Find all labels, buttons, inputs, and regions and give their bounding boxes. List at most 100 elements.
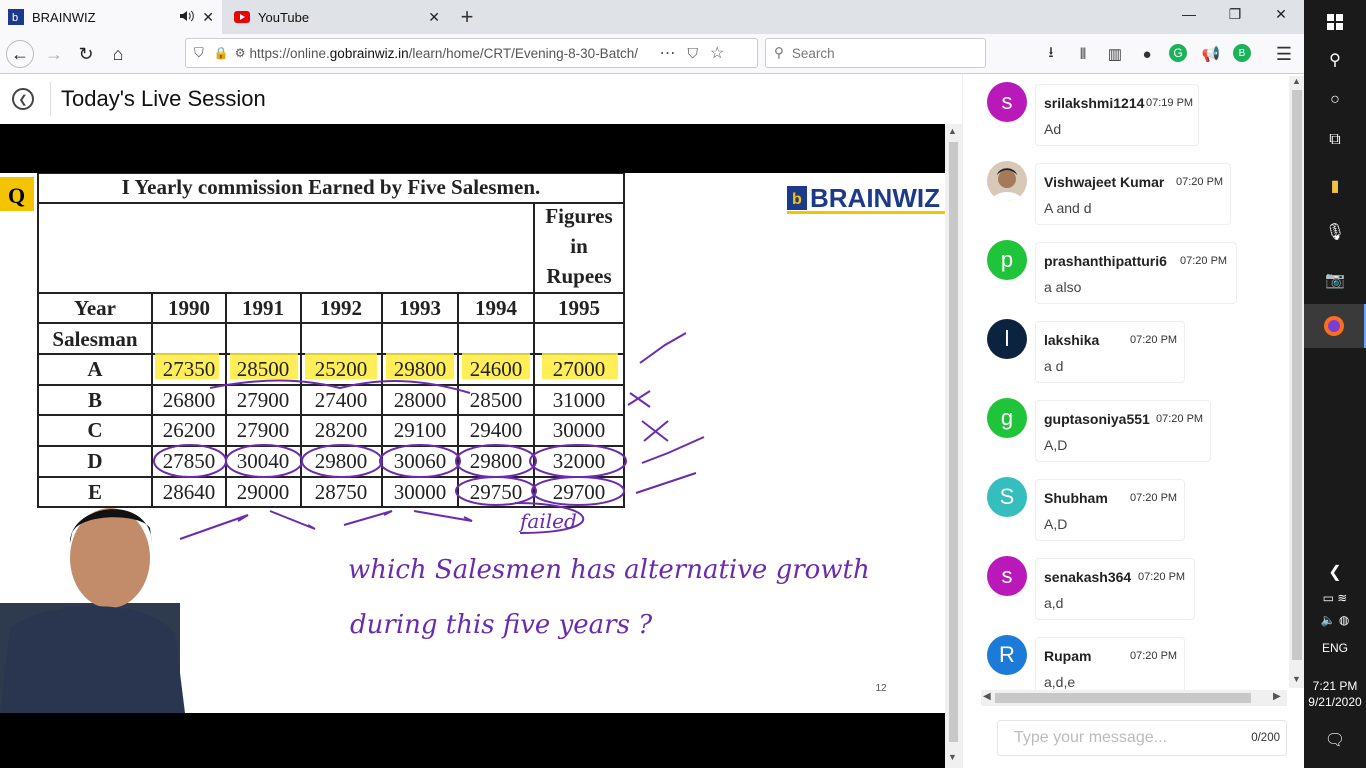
bookmark-star-icon[interactable]: ☆ xyxy=(710,43,724,63)
search-icon[interactable]: ⚲ xyxy=(1304,38,1366,82)
session-header: ❮ Today's Live Session xyxy=(0,74,962,124)
cell: 31000 xyxy=(553,388,606,412)
cell: 29000 xyxy=(237,480,290,504)
presenter-video-icon xyxy=(0,508,185,713)
page-number: 12 xyxy=(875,683,887,694)
language-indicator[interactable]: ENG xyxy=(1304,641,1366,655)
cell: 27900 xyxy=(237,388,290,412)
chat-author: guptasoniya551 xyxy=(1044,411,1150,427)
minimize-icon[interactable]: — xyxy=(1179,6,1199,22)
tab-youtube[interactable]: YouTube ✕ xyxy=(226,0,448,34)
chat-text: a,d xyxy=(1044,595,1064,611)
file-explorer-icon[interactable]: ▮ xyxy=(1304,164,1366,208)
chat-author: lakshika xyxy=(1044,332,1100,348)
chat-text: A and d xyxy=(1044,200,1092,216)
cell: 27000 xyxy=(553,357,606,381)
scroll-down-icon[interactable]: ▼ xyxy=(948,752,957,762)
camera-icon[interactable]: 📷 xyxy=(1304,258,1366,302)
pocket-icon[interactable]: ⛉ xyxy=(687,45,698,62)
scroll-down-icon[interactable]: ▼ xyxy=(1292,674,1301,684)
cell: 29400 xyxy=(470,418,523,442)
shield-icon[interactable]: ⛉ xyxy=(194,45,204,61)
megaphone-icon[interactable]: 📢 xyxy=(1201,44,1221,64)
chat-bubble: lakshika 07:20 PM a d xyxy=(1035,321,1185,383)
clock-time: 7:21 PM xyxy=(1312,679,1358,693)
handwriting-note: failed xyxy=(518,509,577,533)
grammarly-icon[interactable]: G xyxy=(1169,44,1187,62)
close-tab-icon[interactable]: ✕ xyxy=(428,9,440,26)
download-icon[interactable]: ⭳ xyxy=(1041,44,1061,64)
recorder-icon[interactable]: 🎙 xyxy=(1304,210,1366,254)
header-1994: 1994 xyxy=(475,296,518,320)
chat-time: 07:20 PM xyxy=(1130,492,1178,504)
reload-icon[interactable]: ↻ xyxy=(72,40,100,68)
chat-scrollbar[interactable]: ▲ ▼ xyxy=(1289,76,1305,688)
page-title: Today's Live Session xyxy=(50,82,266,116)
search-input[interactable]: ⚲ Search xyxy=(765,38,986,68)
page-actions-icon[interactable]: ⋯ xyxy=(659,43,675,63)
menu-icon[interactable]: ☰ xyxy=(1274,44,1294,64)
url-bar[interactable]: ⛉ 🔒 ⚙ https://online.gobrainwiz.in/learn… xyxy=(185,38,758,68)
tab-brainwiz[interactable]: b BRAINWIZ ✕ xyxy=(0,0,222,34)
clock[interactable]: 7:21 PM 9/21/2020 xyxy=(1304,678,1366,710)
chat-bubble: srilakshmi1214 07:19 PM Ad xyxy=(1035,84,1199,146)
header-1991: 1991 xyxy=(242,296,284,320)
chat-time: 07:20 PM xyxy=(1130,334,1178,346)
scroll-up-icon[interactable]: ▲ xyxy=(1292,76,1301,86)
row-a-name: A xyxy=(87,357,103,381)
close-tab-icon[interactable]: ✕ xyxy=(202,9,214,26)
chat-time: 07:20 PM xyxy=(1156,413,1204,425)
home-icon[interactable]: ⌂ xyxy=(104,40,132,68)
speaker-icon[interactable] xyxy=(180,9,195,25)
back-button-icon[interactable]: ❮ xyxy=(12,88,34,110)
figures-note-1: Figures xyxy=(545,204,612,228)
scroll-left-icon[interactable]: ◀ xyxy=(983,691,991,702)
scroll-thumb[interactable] xyxy=(995,693,1251,703)
handwriting-line-1: which Salesmen has alternative growth xyxy=(348,555,870,585)
cell: 30060 xyxy=(394,449,447,473)
scroll-up-icon[interactable]: ▲ xyxy=(948,126,957,136)
header-1995: 1995 xyxy=(558,296,600,320)
volume-network-icon[interactable]: 🔈 ◍ xyxy=(1304,598,1366,642)
scroll-thumb[interactable] xyxy=(1292,90,1302,660)
chat-bubble: Rupam 07:20 PM a,d,e xyxy=(1035,637,1185,697)
avatar: g xyxy=(987,398,1027,438)
chat-author: Shubham xyxy=(1044,490,1108,506)
chat-bubble: senakash364 07:20 PM a,d xyxy=(1035,558,1195,620)
brand-logo: BRAINWIZ xyxy=(810,183,940,213)
chat-author: srilakshmi1214 xyxy=(1044,95,1145,111)
close-window-icon[interactable]: ✕ xyxy=(1271,6,1291,23)
scroll-right-icon[interactable]: ▶ xyxy=(1273,691,1281,702)
avatar: R xyxy=(987,635,1027,675)
chat-text: Ad xyxy=(1044,121,1062,137)
cortana-icon[interactable]: ○ xyxy=(1304,78,1366,122)
restore-icon[interactable]: ❐ xyxy=(1225,6,1245,23)
slide-content: Q which Salesmen has alternative growth … xyxy=(0,173,945,713)
lock-icon[interactable]: 🔒 xyxy=(214,46,229,60)
sidebar-icon[interactable]: ▥ xyxy=(1105,44,1125,64)
chat-horizontal-scrollbar[interactable]: ◀ ▶ xyxy=(981,690,1287,706)
cell: 30000 xyxy=(553,418,606,442)
scroll-thumb[interactable] xyxy=(949,142,958,742)
video-scrollbar[interactable]: ▲ ▼ xyxy=(945,124,962,768)
new-tab-button[interactable]: + xyxy=(456,4,478,30)
forward-arrow-icon[interactable]: → xyxy=(40,40,68,68)
cell: 29800 xyxy=(315,449,368,473)
permissions-icon[interactable]: ⚙ xyxy=(235,46,246,60)
tab-title: BRAINWIZ xyxy=(32,9,96,25)
navigation-toolbar: ← → ↻ ⌂ ⛉ 🔒 ⚙ https://online.gobrainwiz.… xyxy=(0,34,1304,74)
header-year: Year xyxy=(74,296,116,320)
figures-note-3: Rupees xyxy=(546,264,611,288)
account-icon[interactable]: ● xyxy=(1137,44,1157,64)
chat-time: 07:19 PM xyxy=(1146,97,1194,109)
extension-b-icon[interactable]: B xyxy=(1233,44,1251,62)
notifications-icon[interactable]: 🗨 xyxy=(1304,718,1366,762)
back-arrow-icon[interactable]: ← xyxy=(6,40,34,68)
library-icon[interactable]: ⫴ xyxy=(1073,44,1093,64)
firefox-taskbar-icon[interactable] xyxy=(1304,304,1366,348)
chat-message-input[interactable]: Type your message... 0/200 xyxy=(997,720,1287,756)
task-view-icon[interactable]: ⧉ xyxy=(1304,118,1366,162)
url-text[interactable]: https://online.gobrainwiz.in/learn/home/… xyxy=(249,46,649,61)
browser-window: b BRAINWIZ ✕ YouTube ✕ + — ❐ ✕ ← → ↻ ⌂ ⛉… xyxy=(0,0,1305,768)
header-1992: 1992 xyxy=(320,296,362,320)
